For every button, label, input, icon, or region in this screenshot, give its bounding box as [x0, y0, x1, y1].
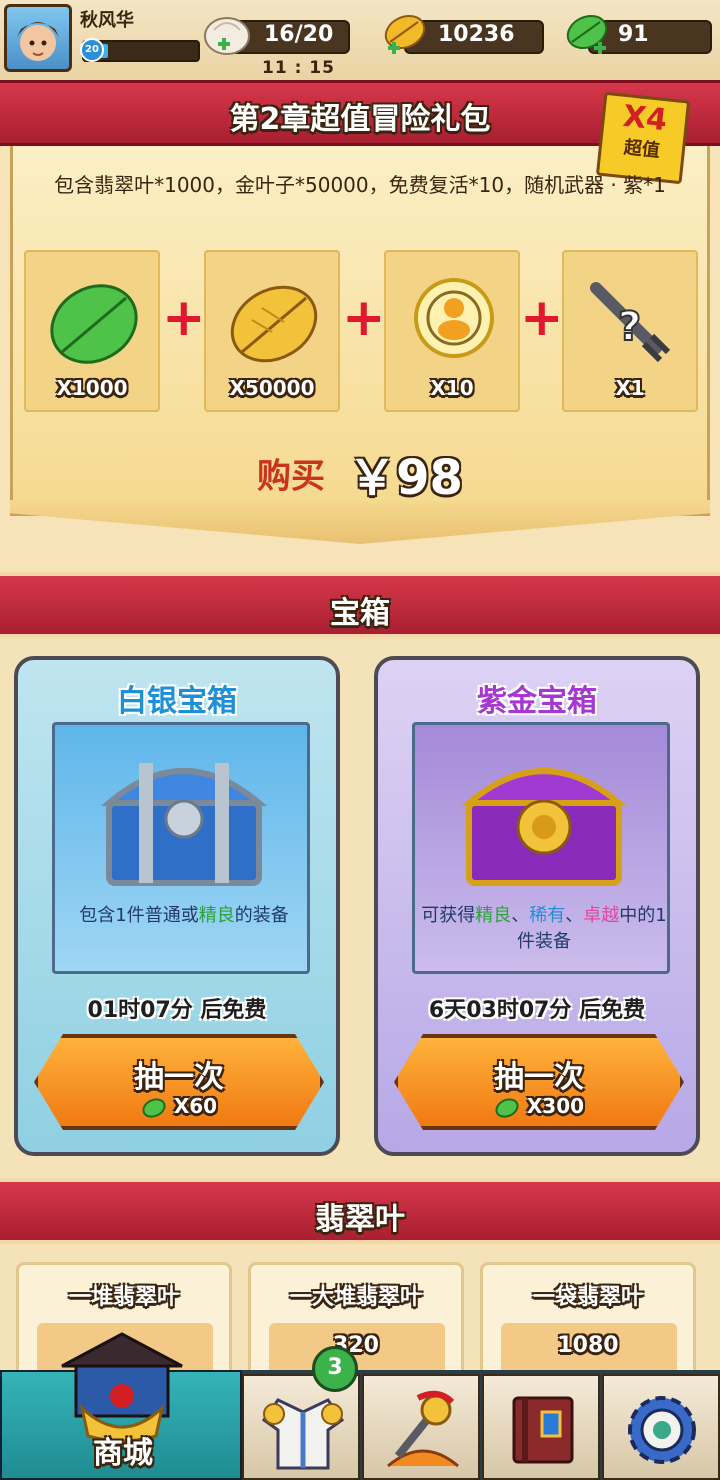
hero-portrait-icon [17, 22, 59, 61]
gold-leaf-icon [230, 285, 318, 363]
desc-text: 包含1件普通或 [79, 905, 199, 926]
nav-shop-label: 商城 [93, 1436, 153, 1471]
draw-label: 抽一次 [494, 1060, 584, 1095]
book-icon [512, 1396, 574, 1464]
desc-highlight-fine: 精良 [475, 905, 512, 926]
desc-highlight-fine: 精良 [198, 905, 235, 926]
desc-highlight-rare: 稀有 [529, 905, 566, 926]
chest-section-header: 宝箱 [0, 572, 720, 638]
plus-icon: + [520, 288, 564, 348]
silver-chest-frame: 包含1件普通或精良的装备 [52, 722, 310, 974]
armor-icon [261, 1398, 345, 1470]
gold-leaf-value: 10236 [438, 22, 515, 47]
mystery-weapon-icon: ? [590, 282, 671, 363]
jade-pack-amount: 320 [333, 1333, 379, 1358]
desc-highlight-excellent: 卓越 [583, 905, 620, 926]
gold-chest-icon [460, 768, 628, 886]
silver-chest-description: 包含1件普通或精良的装备 [59, 903, 309, 929]
bundle-item-jade: X1000 [24, 250, 160, 412]
item-qty: X10 [430, 376, 474, 400]
silver-chest-card[interactable]: 白银宝箱 包含1件普通或精良的装备 01时07分 后免费 抽一次 X60 [14, 656, 340, 1156]
bun-stamina-icon [204, 17, 250, 55]
level-badge: 20 [80, 38, 104, 62]
gear-icon [628, 1396, 696, 1464]
desc-text: 、 [511, 905, 530, 926]
nav-tab-codex[interactable] [482, 1374, 600, 1480]
gold-chest-timer: 6天03时07分 后免费 [428, 998, 646, 1023]
draw-cost: X60 [38, 1094, 320, 1119]
silver-chest-title: 白银宝箱 [117, 684, 237, 719]
gold-chest-description: 可获得精良、稀有、卓越中的1件装备 [419, 903, 669, 955]
silver-draw-button[interactable]: 抽一次 X60 [34, 1034, 324, 1130]
buy-button[interactable]: 购买 ￥98 [0, 438, 720, 508]
buy-label: 购买 [257, 456, 326, 497]
jade-leaf-icon [495, 1097, 519, 1118]
stamina-value: 16/20 [264, 22, 334, 47]
plus-icon: + [162, 288, 206, 348]
player-avatar[interactable] [4, 4, 72, 72]
jade-pack-name: 一袋翡翠叶 [532, 1285, 643, 1310]
svg-text:?: ? [618, 304, 641, 350]
bundle-item-gold: X50000 [204, 250, 340, 412]
jade-leaf-icon [142, 1097, 166, 1118]
bundle-description: 包含翡翠叶*1000，金叶子*50000，免费复活*10，随机武器 · 紫*1 [54, 173, 666, 197]
silver-chest-timer: 01时07分 后免费 [87, 998, 267, 1023]
draw-label: 抽一次 [134, 1060, 224, 1095]
draw-cost-value: X60 [173, 1094, 218, 1118]
bundle-item-weapon: ? X1 [562, 250, 698, 412]
gold-leaf-icon [384, 14, 426, 54]
stamina-timer: 11 : 15 [262, 58, 335, 78]
item-qty: X50000 [229, 376, 315, 400]
nav-tab-shop[interactable]: 商城 [0, 1332, 242, 1480]
battle-icon [387, 1390, 459, 1468]
player-name: 秋风华 [80, 10, 134, 31]
jade-leaf-value: 91 [618, 22, 649, 47]
jade-pack-name: 一堆翡翠叶 [68, 1285, 179, 1310]
nav-tab-battle[interactable] [362, 1374, 480, 1480]
item-qty: X1 [615, 376, 645, 400]
plus-icon: + [342, 288, 386, 348]
jade-leaf-icon [566, 14, 608, 54]
nav-tab-settings[interactable] [602, 1374, 720, 1480]
notification-badge: 3 [312, 1346, 358, 1392]
jade-pack-name: 一大堆翡翠叶 [289, 1285, 422, 1310]
bundle-item-revive: X10 [384, 250, 520, 412]
jade-leaf-icon [50, 284, 138, 364]
revive-icon [414, 278, 494, 358]
chest-section-title: 宝箱 [330, 596, 390, 631]
gold-chest-frame: 可获得精良、稀有、卓越中的1件装备 [412, 722, 670, 974]
gold-chest-card[interactable]: 紫金宝箱 可获得精良、稀有、卓越中的1件装备 6天03时07分 后免费 抽一次 … [374, 656, 700, 1156]
gold-chest-title: 紫金宝箱 [477, 684, 597, 719]
jade-section-title: 翡翠叶 [315, 1202, 405, 1237]
desc-text: 可获得 [421, 905, 476, 926]
desc-text: 、 [565, 905, 584, 926]
buy-price: ￥98 [348, 450, 463, 506]
silver-chest-icon [100, 763, 268, 886]
draw-cost-value: X300 [526, 1094, 585, 1118]
draw-cost: X300 [398, 1094, 680, 1119]
jade-section-header: 翡翠叶 [0, 1178, 720, 1244]
desc-text: 的装备 [234, 905, 289, 926]
gold-draw-button[interactable]: 抽一次 X300 [394, 1034, 684, 1130]
jade-pack-amount: 1080 [557, 1333, 619, 1358]
item-qty: X1000 [56, 376, 128, 400]
